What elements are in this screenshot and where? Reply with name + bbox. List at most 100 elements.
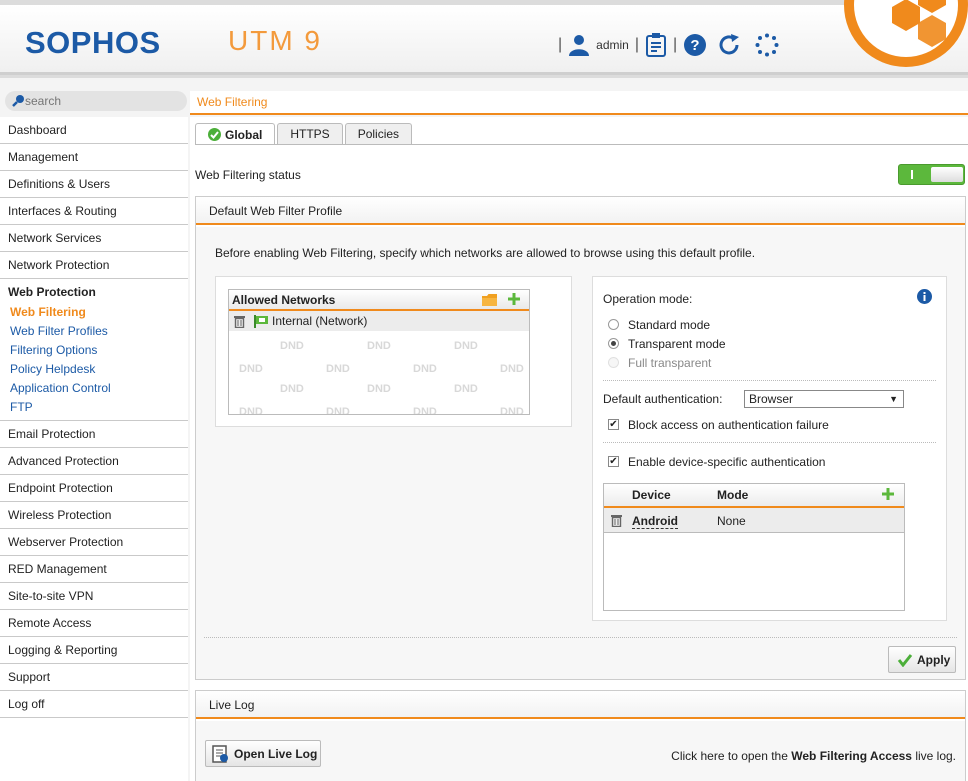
main-content: Global HTTPS Policies Web Filtering stat…: [190, 117, 968, 781]
tab-https[interactable]: HTTPS: [277, 123, 343, 144]
user-icon[interactable]: [568, 34, 590, 56]
default-auth-select[interactable]: Browser ▼: [744, 390, 904, 408]
admin-user-label[interactable]: admin: [596, 38, 629, 52]
info-icon[interactable]: [917, 289, 932, 304]
dnd-hint: DND: [326, 406, 350, 415]
sidebar-item-web-protection[interactable]: Web Protection: [0, 279, 188, 303]
radio-label: Standard mode: [628, 318, 711, 332]
log-document-icon: [212, 744, 228, 763]
dnd-hint: DND: [500, 363, 524, 375]
select-value: Browser: [749, 392, 794, 406]
block-access-checkbox[interactable]: ✔: [608, 419, 619, 430]
sidebar-item-management[interactable]: Management: [0, 144, 188, 171]
breadcrumb: Web Filtering: [197, 95, 268, 109]
sidebar-item-red-management[interactable]: RED Management: [0, 556, 188, 583]
panel-title: Default Web Filter Profile: [196, 197, 965, 225]
top-header: SOPHOS UTM 9 | admin | | ?: [0, 0, 968, 78]
dnd-hint: DND: [413, 363, 437, 375]
product-name: UTM 9: [228, 25, 322, 56]
live-log-body: Open Live Log Click here to open the Web…: [196, 721, 965, 781]
dnd-hint: DND: [413, 406, 437, 415]
help-icon[interactable]: ?: [683, 33, 707, 57]
subnav-application-control[interactable]: Application Control: [0, 379, 188, 398]
subnav-web-filter-profiles[interactable]: Web Filter Profiles: [0, 322, 188, 341]
sidebar-subnav: Web Filtering Web Filter Profiles Filter…: [0, 303, 188, 421]
divider: [603, 380, 936, 381]
sidebar-item-wireless-protection[interactable]: Wireless Protection: [0, 502, 188, 529]
open-live-log-button[interactable]: Open Live Log: [205, 740, 321, 767]
sidebar-item-email-protection[interactable]: Email Protection: [0, 421, 188, 448]
sidebar-item-network-protection[interactable]: Network Protection: [0, 252, 188, 279]
sidebar-item-dashboard[interactable]: Dashboard: [0, 117, 188, 144]
subnav-policy-helpdesk[interactable]: Policy Helpdesk: [0, 360, 188, 379]
allowed-networks-box[interactable]: Allowed Networks Internal (Network) DND …: [228, 289, 530, 415]
table-row[interactable]: Android None: [604, 508, 904, 533]
search-box[interactable]: [5, 91, 187, 111]
add-icon[interactable]: [882, 488, 894, 500]
device-name[interactable]: Android: [632, 514, 678, 529]
sidebar-item-advanced-protection[interactable]: Advanced Protection: [0, 448, 188, 475]
tab-label: Policies: [357, 127, 400, 141]
search-icon: [12, 95, 24, 107]
sidebar-item-remote-access[interactable]: Remote Access: [0, 610, 188, 637]
sidebar-item-endpoint-protection[interactable]: Endpoint Protection: [0, 475, 188, 502]
trash-icon[interactable]: [234, 315, 245, 328]
clipboard-icon[interactable]: [645, 33, 667, 57]
sidebar-item-log-off[interactable]: Log off: [0, 691, 188, 718]
spinner-icon: [755, 33, 779, 57]
chevron-down-icon: ▼: [889, 394, 898, 404]
live-log-title: Live Log: [196, 691, 965, 719]
live-log-panel: Live Log Open Live Log Click here to ope…: [195, 690, 966, 781]
divider: [204, 637, 957, 638]
allowed-networks-container: Allowed Networks Internal (Network) DND …: [215, 276, 572, 427]
hexagon-badge-icon: [844, 0, 968, 67]
apply-button[interactable]: Apply: [888, 646, 956, 673]
operation-mode-label: Operation mode:: [603, 292, 693, 306]
sidebar-item-network-services[interactable]: Network Services: [0, 225, 188, 252]
trash-icon[interactable]: [611, 514, 622, 527]
apply-label: Apply: [917, 652, 951, 667]
dnd-hint: DND: [367, 383, 391, 395]
list-item[interactable]: Internal (Network): [229, 311, 529, 331]
header-bar: SOPHOS UTM 9 | admin | | ?: [0, 0, 968, 75]
subnav-web-filtering[interactable]: Web Filtering: [0, 303, 188, 322]
allowed-networks-title: Allowed Networks: [232, 293, 336, 307]
tab-global[interactable]: Global: [195, 123, 276, 145]
toggle-on-indicator: [911, 170, 913, 179]
sidebar-item-site-to-site-vpn[interactable]: Site-to-site VPN: [0, 583, 188, 610]
radio-transparent-mode[interactable]: [608, 338, 619, 349]
tab-policies[interactable]: Policies: [344, 123, 413, 144]
sidebar-item-support[interactable]: Support: [0, 664, 188, 691]
network-icon: [254, 314, 268, 328]
add-icon[interactable]: [508, 293, 520, 305]
dnd-hint: DND: [239, 406, 263, 415]
subnav-ftp[interactable]: FTP: [0, 398, 188, 417]
sidebar-item-webserver-protection[interactable]: Webserver Protection: [0, 529, 188, 556]
sidebar-item-interfaces-routing[interactable]: Interfaces & Routing: [0, 198, 188, 225]
dnd-hint: DND: [239, 363, 263, 375]
web-filtering-toggle[interactable]: [898, 164, 965, 185]
checkmark-icon: [897, 653, 913, 667]
sidebar-item-definitions-users[interactable]: Definitions & Users: [0, 171, 188, 198]
device-mode: None: [717, 514, 746, 528]
dnd-hint: DND: [326, 363, 350, 375]
search-input[interactable]: [25, 93, 180, 109]
folder-icon[interactable]: [482, 294, 497, 306]
dnd-hint: DND: [367, 340, 391, 352]
check-circle-icon: [208, 128, 221, 141]
toggle-knob[interactable]: [931, 167, 963, 182]
column-header-device: Device: [632, 488, 671, 502]
sidebar-item-logging-reporting[interactable]: Logging & Reporting: [0, 637, 188, 664]
subnav-filtering-options[interactable]: Filtering Options: [0, 341, 188, 360]
allowed-networks-header: Allowed Networks: [229, 290, 529, 311]
device-auth-checkbox[interactable]: ✔: [608, 456, 619, 467]
checkbox-label: Enable device-specific authentication: [628, 455, 826, 469]
dnd-hint: DND: [500, 406, 524, 415]
device-table: Device Mode Android None: [603, 483, 905, 611]
refresh-icon[interactable]: [717, 33, 741, 57]
tab-bar: Global HTTPS Policies: [195, 123, 414, 145]
radio-standard-mode[interactable]: [608, 319, 619, 330]
hint-log-name[interactable]: Web Filtering Access: [791, 749, 912, 763]
web-filtering-status-label: Web Filtering status: [195, 168, 301, 182]
separator: |: [634, 36, 639, 53]
